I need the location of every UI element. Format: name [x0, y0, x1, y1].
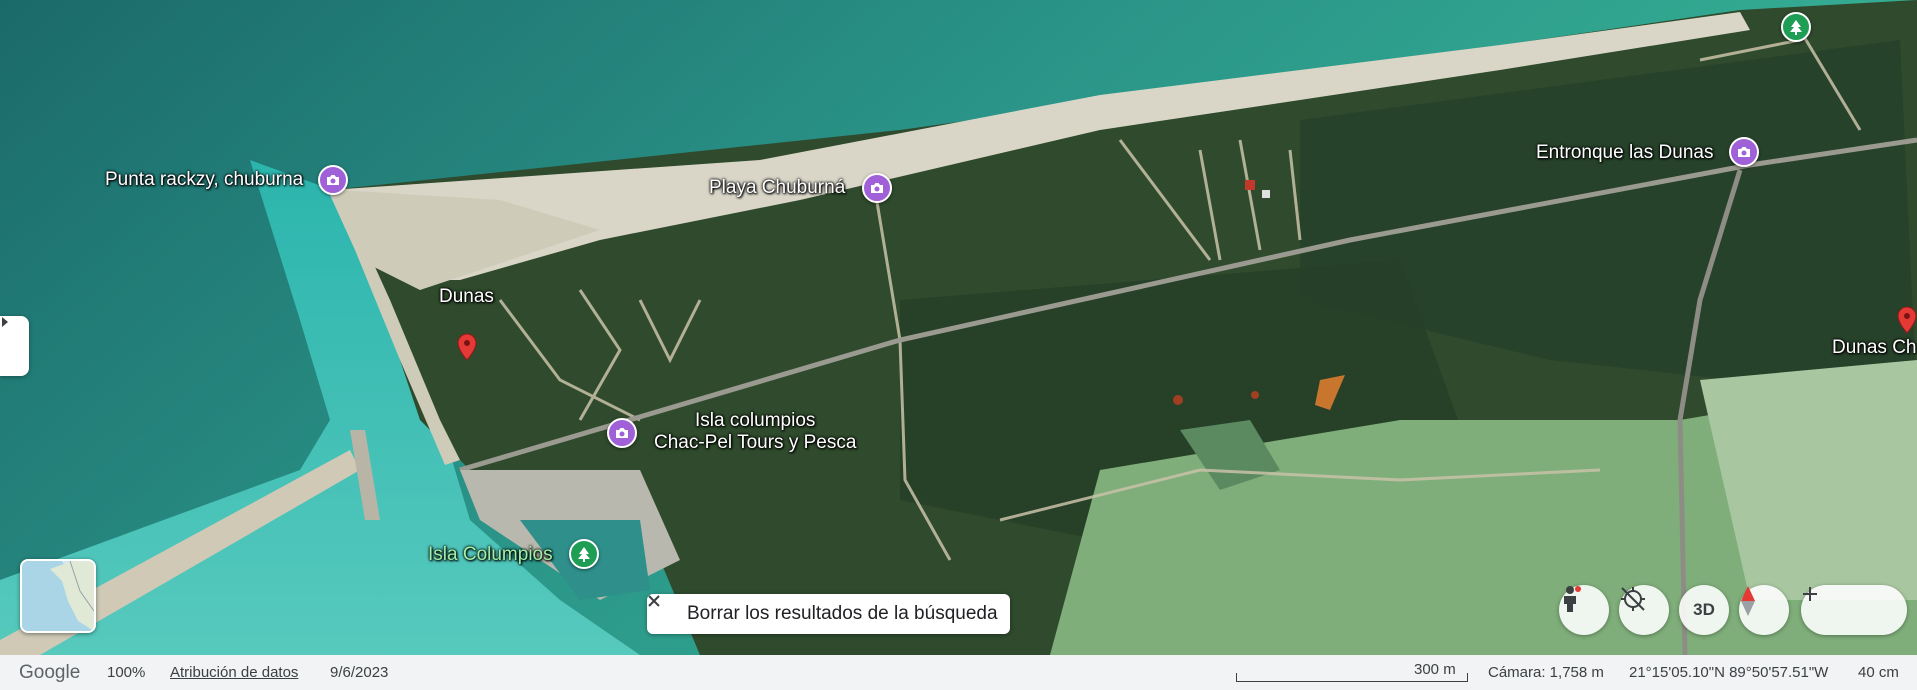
scale-label[interactable]: 300 m — [1414, 661, 1456, 678]
google-logo: Google — [19, 662, 81, 683]
map-layer-thumbnail — [22, 561, 94, 631]
pegman-icon — [1564, 586, 1581, 612]
label-chacpel-tours[interactable]: Chac-Pel Tours y Pesca — [654, 432, 856, 454]
camera-icon — [871, 183, 883, 193]
camera-pin-punta-rackzy[interactable] — [318, 165, 348, 195]
label-dunas-ch[interactable]: Dunas Ch — [1832, 337, 1917, 359]
map-layer-switcher[interactable] — [20, 559, 96, 633]
elevation: 40 cm — [1858, 664, 1899, 681]
camera-pin-entronque[interactable] — [1729, 137, 1759, 167]
label-punta-rackzy[interactable]: Punta rackzy, chuburna — [105, 169, 303, 191]
coordinates: 21°15'05.10"N 89°50'57.51"W — [1629, 664, 1829, 681]
location-pin-dunas-ch[interactable] — [1897, 306, 1917, 334]
3d-view-button[interactable]: 3D — [1679, 585, 1729, 635]
camera-icon — [1738, 147, 1750, 157]
camera-pin-isla-columpios-chacpel[interactable] — [607, 418, 637, 448]
side-panel-toggle[interactable] — [0, 316, 29, 376]
tree-icon — [1790, 20, 1802, 35]
compass-button[interactable] — [1739, 585, 1789, 635]
zoom-control — [1801, 585, 1907, 635]
camera-altitude: Cámara: 1,758 m — [1488, 664, 1604, 681]
tree-icon — [578, 547, 590, 562]
camera-icon — [327, 175, 339, 185]
3d-label: 3D — [1693, 600, 1715, 619]
zoom-level: 100% — [107, 664, 146, 681]
tilt-toggle-button[interactable] — [1619, 585, 1669, 635]
close-icon — [647, 594, 687, 634]
camera-icon — [616, 428, 628, 438]
satellite-imagery — [0, 0, 1917, 655]
map-pin-icon — [457, 333, 477, 361]
status-bar: Google 100% Atribución de datos 9/6/2023… — [0, 655, 1917, 690]
park-pin-isla-columpios[interactable] — [569, 539, 599, 569]
label-isla-columpios[interactable]: Isla Columpios — [428, 544, 553, 566]
satellite-map[interactable]: Punta rackzy, chuburna Playa Chuburná En… — [0, 0, 1917, 655]
clear-search-results-button[interactable]: Borrar los resultados de la búsqueda — [647, 594, 1010, 634]
compass-icon — [1741, 586, 1755, 616]
park-pin-north[interactable] — [1781, 12, 1811, 42]
label-playa-chuburna[interactable]: Playa Chuburná — [709, 177, 845, 199]
camera-pin-playa-chuburna[interactable] — [862, 173, 892, 203]
location-pin-dunas[interactable] — [457, 333, 477, 361]
zoom-in-button[interactable] — [1803, 585, 1907, 635]
map-pin-icon — [1897, 306, 1917, 334]
chevron-right-icon — [2, 317, 8, 327]
clear-search-label: Borrar los resultados de la búsqueda — [687, 603, 998, 624]
tilt-icon — [1621, 587, 1645, 611]
plus-icon — [1803, 587, 1817, 601]
label-isla-columpios-line1[interactable]: Isla columpios — [695, 410, 815, 432]
imagery-date: 9/6/2023 — [330, 664, 389, 681]
data-attribution-link[interactable]: Atribución de datos — [170, 664, 298, 681]
street-view-button[interactable] — [1559, 585, 1609, 635]
label-dunas[interactable]: Dunas — [439, 286, 494, 308]
label-entronque[interactable]: Entronque las Dunas — [1536, 142, 1713, 164]
